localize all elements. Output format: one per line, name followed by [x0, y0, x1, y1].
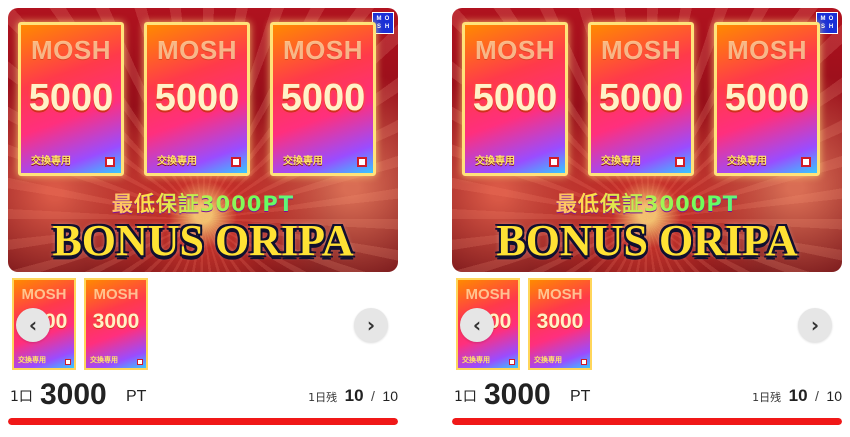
price-currency: PT — [126, 388, 147, 405]
chevron-right-icon: › — [366, 313, 376, 337]
banner-ticket: MOSH 5000 交換専用 — [18, 22, 124, 176]
price-row: 1口 3000 PT 1日残 10 / 10 — [452, 378, 842, 412]
ticket-emblem-icon — [231, 157, 241, 167]
remaining-count: 10 — [344, 386, 364, 405]
banner-ticket: MOSH 5000 交換専用 — [714, 22, 820, 176]
product-grid: MO SH MOSH 5000 交換専用 MOSH 5000 交換専用 MOSH — [0, 0, 850, 437]
chevron-right-icon: › — [810, 313, 820, 337]
remaining-progress-bar — [452, 418, 842, 425]
thumb-brand: MOSH — [21, 286, 67, 303]
banner-tickets: MOSH 5000 交換専用 MOSH 5000 交換専用 MOSH 5000 … — [18, 22, 376, 176]
price-currency: PT — [570, 388, 591, 405]
thumb-brand: MOSH — [537, 286, 583, 303]
carousel-prev-button[interactable]: ‹ — [16, 308, 50, 342]
product-card[interactable]: MO SH MOSH 5000 交換専用 MOSH 5000 交換専用 MOSH — [452, 8, 842, 428]
ticket-brand: MOSH — [31, 35, 111, 65]
thumb-label: 交換専用 — [462, 356, 490, 364]
ticket-amount: 5000 — [28, 77, 114, 119]
chevron-left-icon: ‹ — [28, 313, 38, 337]
remaining-counter: 1日残 10 / 10 — [752, 386, 842, 406]
ticket-amount: 5000 — [280, 77, 366, 119]
thumbnail[interactable]: MOSH 3000 交換専用 — [84, 278, 148, 370]
progress-fill — [452, 418, 842, 425]
ticket-emblem-icon — [137, 359, 143, 365]
remaining-count: 10 — [788, 386, 808, 405]
product-card[interactable]: MO SH MOSH 5000 交換専用 MOSH 5000 交換専用 MOSH — [8, 8, 398, 428]
price-value: 3000 — [484, 378, 551, 411]
thumb-label: 交換専用 — [534, 356, 562, 364]
ticket-brand: MOSH — [283, 35, 363, 65]
remaining-counter: 1日残 10 / 10 — [308, 386, 398, 406]
remaining-total: 10 — [826, 388, 842, 404]
guarantee-text: 最低保証3000PT — [452, 188, 842, 218]
remaining-separator: / — [371, 388, 375, 404]
thumbnail-carousel: MOSH 5000 交換専用 MOSH 3000 交換専用 ‹ › — [452, 278, 842, 374]
ticket-label: 交換専用 — [283, 156, 323, 167]
ticket-amount: 5000 — [472, 77, 558, 119]
thumb-amount: 3000 — [536, 310, 584, 333]
ticket-amount: 5000 — [724, 77, 810, 119]
remaining-total: 10 — [382, 388, 398, 404]
banner-tickets: MOSH 5000 交換専用 MOSH 5000 交換専用 MOSH 5000 … — [462, 22, 820, 176]
ticket-emblem-icon — [65, 359, 71, 365]
ticket-label: 交換専用 — [727, 156, 767, 167]
price-unit: 1口 — [454, 389, 477, 405]
price-unit: 1口 — [10, 389, 33, 405]
ticket-emblem-icon — [675, 157, 685, 167]
ticket-emblem-icon — [801, 157, 811, 167]
thumb-brand: MOSH — [465, 286, 511, 303]
carousel-prev-button[interactable]: ‹ — [460, 308, 494, 342]
banner-ticket: MOSH 5000 交換専用 — [462, 22, 568, 176]
banner-title: BONUS ORIPA — [52, 216, 354, 265]
ticket-label: 交換専用 — [601, 156, 641, 167]
progress-fill — [8, 418, 398, 425]
ticket-emblem-icon — [357, 157, 367, 167]
remaining-progress-bar — [8, 418, 398, 425]
banner-ticket: MOSH 5000 交換専用 — [588, 22, 694, 176]
ticket-label: 交換専用 — [157, 156, 197, 167]
product-banner[interactable]: MO SH MOSH 5000 交換専用 MOSH 5000 交換専用 MOSH — [8, 8, 398, 272]
thumbnail-carousel: MOSH 5000 交換専用 MOSH 3000 交換専用 ‹ › — [8, 278, 398, 374]
thumb-amount: 3000 — [92, 310, 140, 333]
thumb-label: 交換専用 — [90, 356, 118, 364]
thumb-brand: MOSH — [93, 286, 139, 303]
remaining-label: 1日残 — [752, 391, 782, 404]
banner-ticket: MOSH 5000 交換専用 — [144, 22, 250, 176]
price-row: 1口 3000 PT 1日残 10 / 10 — [8, 378, 398, 412]
thumb-label: 交換専用 — [18, 356, 46, 364]
carousel-next-button[interactable]: › — [354, 308, 388, 342]
guarantee-text: 最低保証3000PT — [8, 188, 398, 218]
ticket-emblem-icon — [509, 359, 515, 365]
price-value: 3000 — [40, 378, 107, 411]
product-banner[interactable]: MO SH MOSH 5000 交換専用 MOSH 5000 交換専用 MOSH — [452, 8, 842, 272]
banner-ticket: MOSH 5000 交換専用 — [270, 22, 376, 176]
ticket-emblem-icon — [581, 359, 587, 365]
remaining-label: 1日残 — [308, 391, 338, 404]
ticket-label: 交換専用 — [31, 156, 71, 167]
ticket-brand: MOSH — [601, 35, 681, 65]
chevron-left-icon: ‹ — [472, 313, 482, 337]
carousel-next-button[interactable]: › — [798, 308, 832, 342]
ticket-brand: MOSH — [727, 35, 807, 65]
remaining-separator: / — [815, 388, 819, 404]
ticket-label: 交換専用 — [475, 156, 515, 167]
ticket-emblem-icon — [105, 157, 115, 167]
banner-title: BONUS ORIPA — [496, 216, 798, 265]
ticket-brand: MOSH — [475, 35, 555, 65]
ticket-emblem-icon — [549, 157, 559, 167]
ticket-amount: 5000 — [154, 77, 240, 119]
ticket-brand: MOSH — [157, 35, 237, 65]
thumbnail[interactable]: MOSH 3000 交換専用 — [528, 278, 592, 370]
ticket-amount: 5000 — [598, 77, 684, 119]
